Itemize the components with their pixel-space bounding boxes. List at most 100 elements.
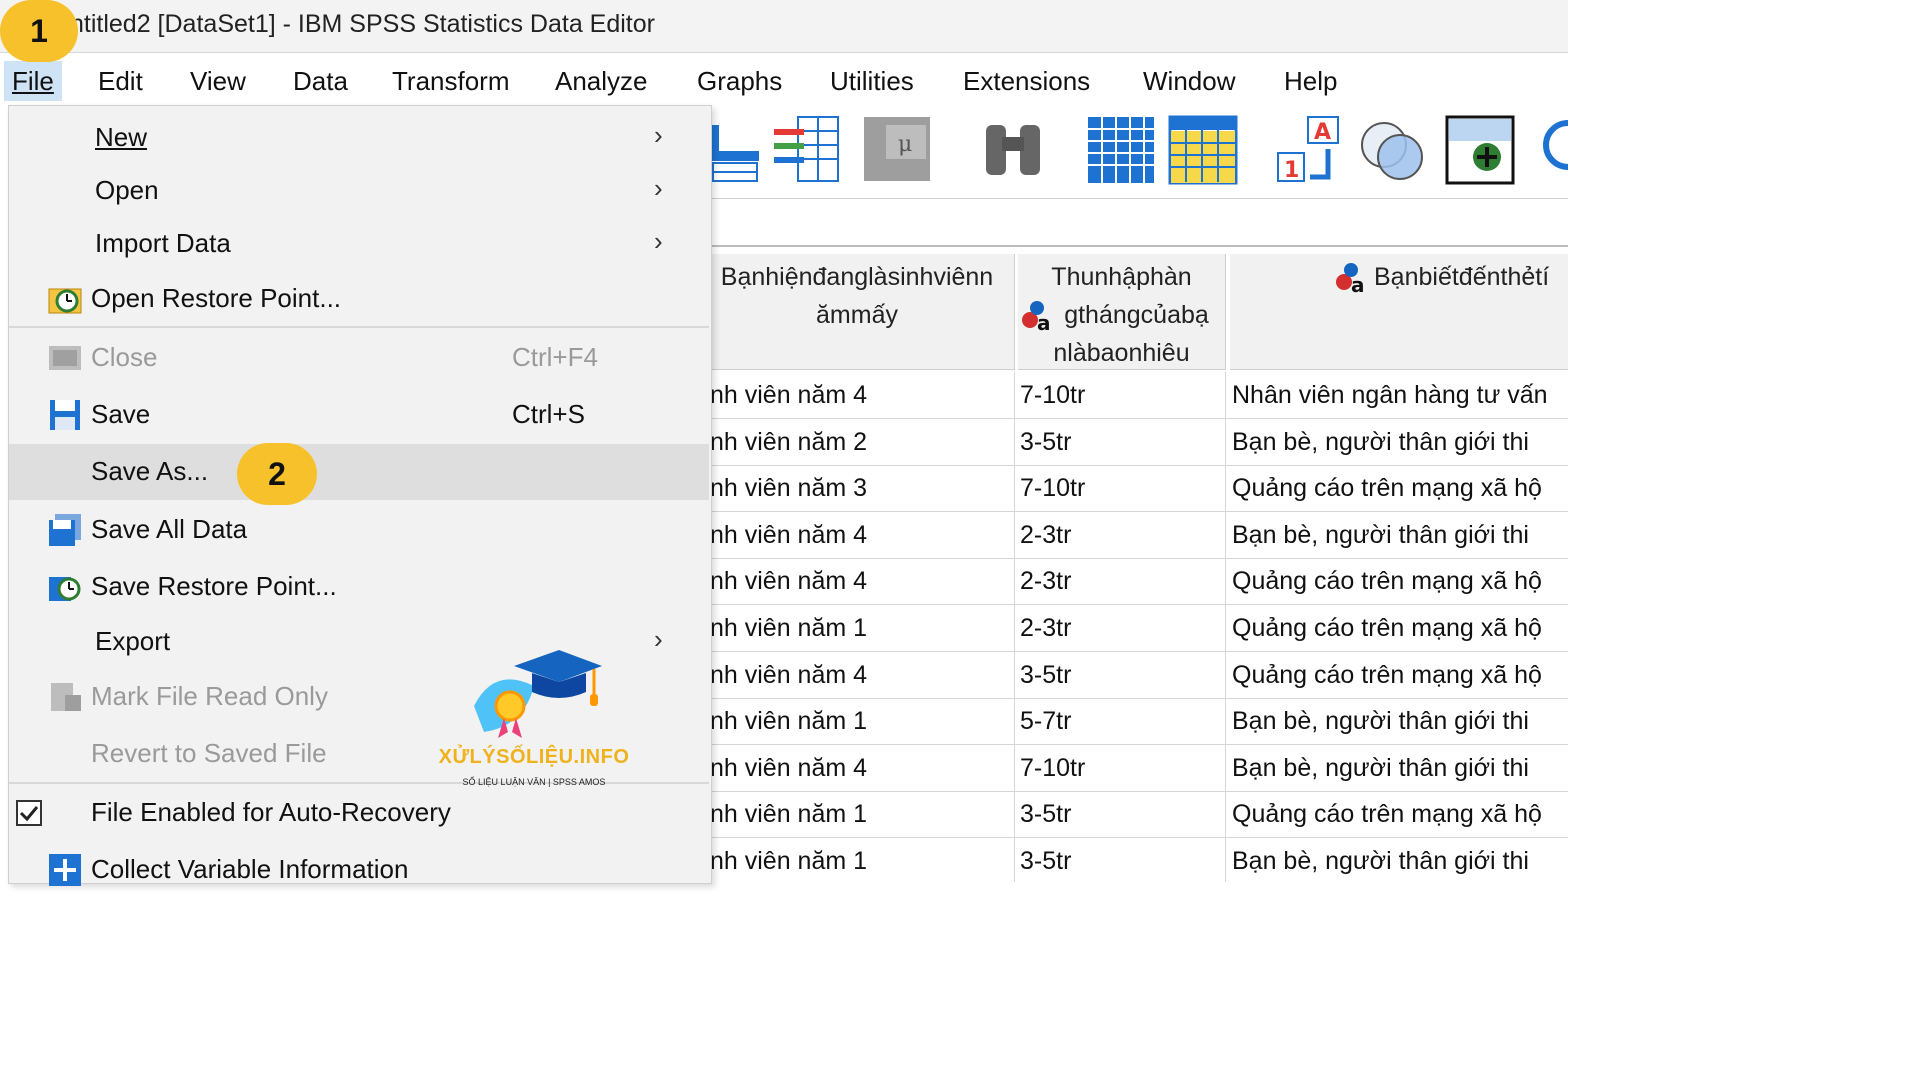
column-header[interactable]: Thunhậphàn a gthángcủabạ nlàbaonhiêu — [1018, 254, 1226, 370]
table-cell[interactable]: nh viên năm 1 — [700, 698, 1015, 745]
table-cell[interactable]: 5-7tr — [1016, 698, 1226, 745]
partial-toolbar-icon[interactable] — [1542, 115, 1572, 185]
table-cell[interactable]: nh viên năm 1 — [700, 605, 1015, 651]
value-labels-icon[interactable]: A 1 — [1276, 115, 1346, 185]
svg-text:a: a — [1037, 311, 1051, 332]
menu-transform[interactable]: Transform — [384, 61, 518, 101]
menu-item-revert-label: Revert to Saved File — [91, 738, 327, 768]
table-cell[interactable]: nh viên năm 4 — [700, 511, 1015, 558]
menu-item-open-restore-point[interactable]: Open Restore Point... — [9, 273, 709, 325]
find-icon[interactable] — [978, 115, 1048, 185]
nominal-variable-icon: a — [1022, 301, 1051, 332]
table-row: nh viên năm 4 2-3tr Quảng cáo trên mạng xã… — [700, 558, 1568, 606]
menu-separator — [9, 326, 709, 328]
menu-view[interactable]: View — [182, 61, 254, 101]
menu-utilities[interactable]: Utilities — [822, 61, 922, 101]
table-cell[interactable]: Bạn bè, người thân giới thi — [1228, 838, 1568, 882]
table-row: nh viên năm 4 7-10tr Bạn bè, người thân gi… — [700, 744, 1568, 792]
table-cell[interactable]: 7-10tr — [1016, 372, 1226, 418]
restore-point-icon — [48, 288, 82, 314]
table-cell[interactable]: 3-5tr — [1016, 838, 1226, 882]
table-row: nh viên năm 1 5-7tr Bạn bè, người thân giớ… — [700, 698, 1568, 746]
table-cell[interactable]: Bạn bè, người thân giới thi — [1228, 698, 1568, 744]
select-cases-icon[interactable] — [1168, 115, 1238, 185]
table-cell[interactable]: 3-5tr — [1016, 791, 1226, 838]
table-cell[interactable]: 2-3tr — [1016, 511, 1226, 558]
menu-graphs[interactable]: Graphs — [689, 61, 790, 101]
table-cell[interactable]: nh viên năm 1 — [700, 838, 1015, 882]
menu-item-collect-info-label: Collect Variable Information — [91, 854, 409, 884]
table-cell[interactable]: Quảng cáo trên mạng xã hộ — [1228, 558, 1568, 604]
spell-check-icon[interactable] — [1445, 115, 1515, 185]
table-row: nh viên năm 2 3-5tr Bạn bè, người thân giớ… — [700, 418, 1568, 466]
table-cell[interactable]: Quảng cáo trên mạng xã hộ — [1228, 791, 1568, 837]
table-cell[interactable]: 3-5tr — [1016, 418, 1226, 465]
table-cell[interactable]: 2-3tr — [1016, 558, 1226, 605]
table-cell[interactable]: Quảng cáo trên mạng xã hộ — [1228, 465, 1568, 511]
menu-analyze[interactable]: Analyze — [547, 61, 656, 101]
table-cell[interactable]: Bạn bè, người thân giới thi — [1228, 419, 1568, 465]
use-sets-icon[interactable] — [1358, 115, 1428, 185]
custom-tables-icon[interactable]: μ — [862, 115, 932, 185]
table-row: nh viên năm 4 7-10tr Nhân viên ngân hàng t… — [700, 372, 1568, 419]
menu-item-open[interactable]: Open › — [9, 165, 709, 217]
table-cell[interactable]: nh viên năm 3 — [700, 465, 1015, 512]
table-row: nh viên năm 4 2-3tr Bạn bè, người thân giớ… — [700, 511, 1568, 559]
menu-bar: File Edit View Data Transform Analyze Gr… — [0, 53, 1568, 105]
menu-item-save-all-data-label: Save All Data — [91, 514, 248, 544]
svg-text:a: a — [1351, 273, 1365, 294]
variables-icon[interactable] — [772, 115, 842, 185]
table-cell[interactable]: Nhân viên ngân hàng tư vấn — [1228, 372, 1568, 418]
table-cell[interactable]: Bạn bè, người thân giới thi — [1228, 512, 1568, 558]
column-header-line-wrap: a gthángcủabạ — [1018, 296, 1225, 334]
menu-item-save-as[interactable]: Save As... — [9, 444, 709, 500]
table-cell[interactable]: nh viên năm 4 — [700, 372, 1015, 418]
menu-item-save-all-data[interactable]: Save All Data — [9, 504, 709, 556]
submenu-arrow-icon: › — [654, 120, 663, 150]
submenu-arrow-icon: › — [654, 624, 663, 654]
step-badge-1: 1 — [0, 0, 78, 62]
save-restore-point-icon — [49, 577, 81, 601]
menu-item-save-restore-point[interactable]: Save Restore Point... — [9, 561, 709, 613]
menu-item-mark-read-only-label: Mark File Read Only — [91, 681, 328, 711]
menu-item-auto-recovery-label: File Enabled for Auto-Recovery — [91, 797, 451, 827]
column-header-line: ămmấy — [816, 301, 898, 329]
table-cell[interactable]: Bạn bè, người thân giới thi — [1228, 745, 1568, 791]
table-cell[interactable]: nh viên năm 4 — [700, 558, 1015, 605]
menu-item-collect-info[interactable]: Collect Variable Information — [9, 844, 709, 896]
table-cell[interactable]: Quảng cáo trên mạng xã hộ — [1228, 652, 1568, 698]
table-cell[interactable]: nh viên năm 4 — [700, 744, 1015, 791]
table-cell[interactable]: nh viên năm 4 — [700, 651, 1015, 698]
table-cell[interactable]: 3-5tr — [1016, 651, 1226, 698]
table-cell[interactable]: Quảng cáo trên mạng xã hộ — [1228, 605, 1568, 651]
table-cell[interactable]: 7-10tr — [1016, 465, 1226, 512]
table-cell[interactable]: nh viên năm 2 — [700, 418, 1015, 465]
table-row: nh viên năm 4 3-5tr Quảng cáo trên mạng xã… — [700, 651, 1568, 699]
split-file-icon[interactable] — [1086, 115, 1156, 185]
menu-item-new[interactable]: New › — [9, 112, 709, 164]
cell-editor-bar[interactable] — [710, 198, 1568, 247]
table-cell[interactable]: 2-3tr — [1016, 605, 1226, 651]
column-header[interactable]: Bạnhiệnđanglàsinhviênn ămmấy — [700, 254, 1015, 370]
checkbox-checked-icon — [16, 800, 42, 826]
menu-file[interactable]: File — [4, 61, 62, 101]
table-cell[interactable]: nh viên năm 1 — [700, 791, 1015, 838]
menu-item-import-data[interactable]: Import Data › — [9, 218, 709, 270]
menu-item-open-restore-point-label: Open Restore Point... — [91, 283, 342, 313]
watermark-logo: XỬLÝSỐLIỆU.INFO SỐ LIỆU LUẬN VĂN | SPSS … — [434, 646, 634, 796]
table-cell[interactable]: 7-10tr — [1016, 744, 1226, 791]
menu-item-close: Close Ctrl+F4 — [9, 332, 709, 384]
window-title: ntitled2 [DataSet1] - IBM SPSS Statistic… — [70, 10, 655, 38]
goto-case-icon[interactable] — [705, 115, 775, 185]
menu-extensions[interactable]: Extensions — [955, 61, 1098, 101]
menu-data[interactable]: Data — [285, 61, 356, 101]
menu-help[interactable]: Help — [1276, 61, 1345, 101]
menu-item-import-data-label: Import Data — [95, 228, 231, 258]
menu-window[interactable]: Window — [1135, 61, 1243, 101]
data-grid: Bạnhiệnđanglàsinhviênn ămmấy Thunhậphàn … — [700, 254, 1568, 882]
column-header[interactable]: a Bạnbiếtđếnthẻtí — [1230, 254, 1568, 370]
menu-file-label: File — [12, 66, 54, 96]
menu-item-save[interactable]: Save Ctrl+S — [9, 389, 709, 441]
menu-edit[interactable]: Edit — [90, 61, 151, 101]
menu-item-export-label: Export — [95, 626, 171, 656]
